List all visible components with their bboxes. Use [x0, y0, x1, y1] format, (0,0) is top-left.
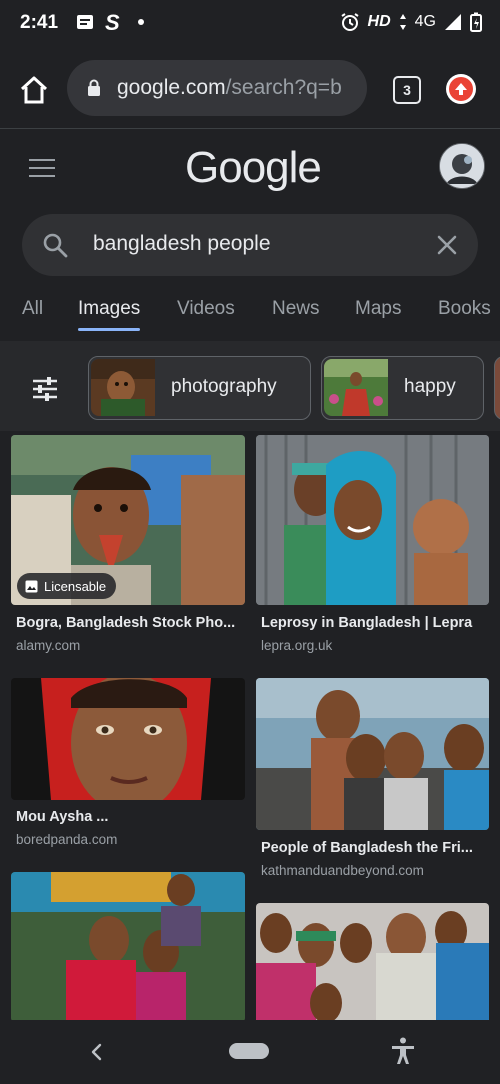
dot-icon	[138, 19, 144, 25]
url-path: /search?q=b	[225, 76, 342, 99]
image-result[interactable]: Leprosy in Bangladesh | Lepra lepra.org.…	[256, 435, 489, 665]
image-results: Licensable Bogra, Bangladesh Stock Pho..…	[0, 431, 500, 1020]
result-image[interactable]	[11, 678, 245, 800]
signal-icon	[445, 14, 461, 30]
status-right: HD 4G	[340, 12, 482, 32]
result-image[interactable]	[256, 903, 489, 1020]
tab-books[interactable]: Books	[438, 290, 491, 320]
tab-label: Books	[438, 298, 491, 319]
tab-label: All	[22, 298, 44, 319]
result-image[interactable]	[11, 872, 245, 1020]
image-icon	[25, 580, 38, 592]
chip-happy[interactable]: happy	[321, 356, 484, 420]
address-bar[interactable]: google.com/search?q=b	[67, 60, 367, 116]
result-title[interactable]: People of Bangladesh the Fri...	[261, 840, 473, 856]
chip-label: happy	[404, 376, 456, 397]
tab-news[interactable]: News	[272, 290, 320, 320]
chip-partial[interactable]	[494, 356, 500, 420]
licensable-badge: Licensable	[17, 573, 117, 599]
result-image[interactable]	[256, 678, 489, 830]
search-icon[interactable]	[42, 232, 68, 258]
chip-thumbnail	[324, 359, 388, 416]
battery-icon	[470, 12, 482, 32]
url-domain: google.com	[117, 76, 226, 99]
result-source[interactable]: lepra.org.uk	[261, 638, 332, 653]
result-source[interactable]: kathmanduandbeyond.com	[261, 863, 424, 878]
tab-maps[interactable]: Maps	[355, 290, 401, 320]
chip-label: photography	[171, 376, 277, 397]
browser-toolbar: google.com/search?q=b 3	[0, 50, 500, 129]
image-result[interactable]	[256, 903, 489, 1020]
image-result[interactable]: Licensable Bogra, Bangladesh Stock Pho..…	[11, 435, 245, 665]
alarm-icon	[340, 13, 359, 31]
message-icon	[77, 15, 93, 29]
avatar[interactable]	[439, 143, 485, 189]
svg-text:S: S	[105, 12, 120, 32]
chip-thumbnail	[91, 359, 155, 416]
google-logo[interactable]: Google	[185, 143, 322, 193]
result-source[interactable]: boredpanda.com	[16, 832, 117, 847]
result-title[interactable]: Leprosy in Bangladesh | Lepra	[261, 615, 472, 631]
tab-switcher-button[interactable]: 3	[393, 76, 421, 104]
tab-label: Images	[78, 298, 141, 319]
tab-label: Maps	[355, 298, 402, 319]
tab-label: News	[272, 298, 320, 319]
search-tabs: All Images Videos News Maps Books	[0, 290, 500, 340]
network-type: 4G	[414, 13, 436, 30]
system-nav-bar	[0, 1020, 500, 1084]
update-arrow-icon	[449, 77, 473, 101]
hd-indicator: HD	[367, 13, 391, 30]
result-title[interactable]: Bogra, Bangladesh Stock Pho...	[16, 615, 235, 631]
s-app-icon: S	[105, 12, 120, 32]
data-arrows-icon	[399, 14, 406, 30]
chip-photography[interactable]: photography	[88, 356, 311, 420]
result-source[interactable]: alamy.com	[16, 638, 80, 653]
filter-chips-row: photography happy	[0, 341, 500, 431]
home-gesture-pill[interactable]	[229, 1043, 269, 1059]
result-title[interactable]: Mou Aysha ...	[16, 809, 108, 825]
active-tab-indicator	[78, 328, 141, 331]
status-left-icons: S	[76, 12, 146, 32]
hamburger-menu-icon[interactable]	[29, 159, 55, 177]
image-result[interactable]	[11, 872, 245, 1020]
lock-icon	[88, 79, 100, 96]
home-icon[interactable]	[18, 74, 50, 106]
tab-videos[interactable]: Videos	[177, 290, 235, 320]
url-text: google.com/search?q=b	[117, 76, 361, 100]
image-result[interactable]: People of Bangladesh the Fri... kathmand…	[256, 678, 489, 888]
status-bar: 2:41 S HD 4G	[0, 0, 500, 50]
search-input[interactable]: bangladesh people	[93, 232, 271, 256]
clear-icon[interactable]	[435, 233, 459, 257]
filter-sliders-icon[interactable]	[32, 377, 58, 401]
update-button[interactable]	[446, 74, 476, 104]
back-icon[interactable]	[88, 1042, 106, 1062]
badge-label: Licensable	[44, 578, 107, 594]
accessibility-icon[interactable]	[390, 1037, 416, 1065]
tab-images[interactable]: Images	[78, 290, 141, 331]
result-image[interactable]	[256, 435, 489, 605]
search-box[interactable]: bangladesh people	[22, 214, 478, 276]
status-time: 2:41	[20, 12, 59, 33]
image-result[interactable]: Mou Aysha ... boredpanda.com	[11, 678, 245, 858]
tab-label: Videos	[177, 298, 235, 319]
tab-all[interactable]: All	[22, 290, 43, 320]
